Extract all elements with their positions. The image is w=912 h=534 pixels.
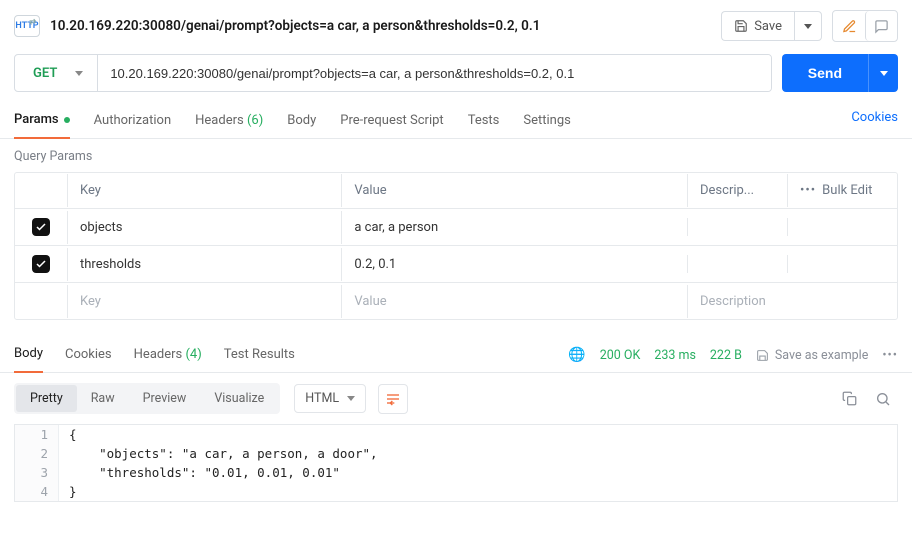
save-as-example-label: Save as example [775,348,868,363]
search-icon [875,391,891,407]
more-options-icon[interactable]: ••• [800,183,816,198]
params-modified-indicator [64,117,70,123]
send-dropdown[interactable] [868,54,898,92]
comment-icon [874,19,889,34]
param-desc-input[interactable]: Description [687,285,897,318]
column-header-description: Descrip... [687,174,787,207]
save-icon [734,19,748,33]
response-status: 200 OK [600,348,641,363]
column-header-key: Key [67,174,341,207]
headers-count: (6) [247,113,263,128]
tab-body[interactable]: Body [287,107,316,138]
request-url-input[interactable] [98,55,770,91]
line-number: 4 [15,482,59,501]
edit-button[interactable] [833,11,865,41]
tab-label: Headers [195,113,244,128]
tab-params[interactable]: Params [14,106,70,139]
wrap-icon [385,392,401,406]
param-key-input[interactable]: Key [67,285,341,318]
row-checkbox[interactable] [32,218,50,236]
query-params-section-label: Query Params [0,139,912,172]
line-number: 3 [15,463,59,482]
comment-button[interactable] [865,11,897,41]
column-header-value: Value [341,174,687,207]
cookies-link[interactable]: Cookies [851,110,898,135]
save-button-group: Save [721,11,822,41]
check-icon [35,258,47,270]
copy-response-button[interactable] [834,384,864,414]
view-mode-segmented: Pretty Raw Preview Visualize [14,383,280,414]
tab-settings[interactable]: Settings [523,107,570,138]
table-row: objects a car, a person [15,209,897,246]
code-line[interactable]: "objects": "a car, a person, a door", [59,444,897,463]
table-row: thresholds 0.2, 0.1 [15,246,897,283]
save-button[interactable]: Save [721,11,794,41]
param-key-cell[interactable]: objects [67,211,341,244]
search-response-button[interactable] [868,384,898,414]
code-line[interactable]: "thresholds": "0.01, 0.01, 0.01" [59,463,897,482]
save-button-label: Save [754,19,782,34]
line-number: 1 [15,425,59,444]
response-more-icon[interactable]: ••• [882,348,898,363]
view-visualize[interactable]: Visualize [200,385,278,412]
response-time: 233 ms [654,348,696,363]
tab-authorization[interactable]: Authorization [94,107,172,138]
response-tab-cookies[interactable]: Cookies [65,339,112,372]
request-tab-title: 10.20.169.220:30080/genai/prompt?objects… [50,18,711,34]
param-desc-cell[interactable] [687,255,787,273]
chevron-down-icon [347,396,355,401]
response-language-value: HTML [305,391,339,406]
param-value-cell[interactable]: 0.2, 0.1 [341,248,687,281]
copy-icon [842,391,857,406]
response-tab-body[interactable]: Body [14,338,43,373]
save-icon [756,349,769,362]
globe-icon[interactable]: 🌐 [568,347,585,363]
param-key-cell[interactable]: thresholds [67,248,341,281]
line-number: 2 [15,444,59,463]
http-method-value: GET [33,66,57,81]
save-dropdown[interactable] [794,11,822,41]
param-desc-cell[interactable] [687,218,787,236]
view-pretty[interactable]: Pretty [16,385,77,412]
tab-prerequest-script[interactable]: Pre-request Script [340,107,443,138]
tab-headers[interactable]: Headers (6) [195,107,263,138]
code-line[interactable]: } [59,482,897,501]
wrap-lines-button[interactable] [378,384,408,414]
save-as-example-button[interactable]: Save as example [756,348,868,363]
chevron-down-icon [804,24,812,29]
chevron-down-icon [75,71,83,76]
check-icon [35,221,47,233]
param-value-cell[interactable]: a car, a person [341,211,687,244]
response-language-select[interactable]: HTML [294,384,366,413]
response-tab-headers[interactable]: Headers (4) [134,339,202,372]
headers-count: (4) [185,347,201,362]
response-body-code: 1{ 2 "objects": "a car, a person, a door… [14,424,898,502]
tab-label: Params [14,112,59,127]
send-button[interactable]: Send [782,54,868,92]
http-method-badge: HTTP [14,15,40,37]
param-value-input[interactable]: Value [341,285,687,318]
response-size: 222 B [710,348,742,363]
tab-tests[interactable]: Tests [468,107,500,138]
http-method-select[interactable]: GET [15,55,98,91]
view-raw[interactable]: Raw [77,385,129,412]
view-preview[interactable]: Preview [129,385,201,412]
bulk-edit-link[interactable]: Bulk Edit [822,183,872,198]
response-tab-test-results[interactable]: Test Results [224,339,295,372]
pencil-icon [842,19,857,34]
code-line[interactable]: { [59,425,897,444]
tab-label: Headers [134,347,183,362]
row-checkbox[interactable] [32,255,50,273]
table-row-new: Key Value Description [15,283,897,319]
query-params-table: Key Value Descrip... ••• Bulk Edit objec… [14,172,898,320]
chevron-down-icon [880,71,888,76]
table-header-row: Key Value Descrip... ••• Bulk Edit [15,173,897,209]
